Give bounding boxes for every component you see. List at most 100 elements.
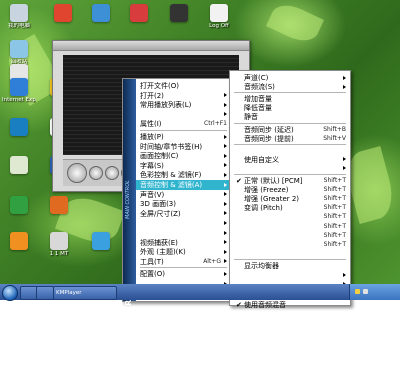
submenu-arrow-icon <box>224 211 227 216</box>
application-icon <box>10 4 28 22</box>
submenu-arrow-icon <box>224 134 227 139</box>
main-menu-item-label: 音频控制 & 滤镜(A) <box>140 181 203 189</box>
main-menu-item[interactable]: 属性(I) Ctrl+F1 <box>136 119 231 129</box>
submenu-arrow-icon <box>224 163 227 168</box>
main-menu-item-label: 配置(O) <box>140 270 165 279</box>
main-menu-item-label: 字幕(S) <box>140 161 164 170</box>
desktop-icon[interactable] <box>2 156 36 175</box>
main-menu-item-shortcut: Ctrl+F1 <box>204 120 227 128</box>
main-menu-item[interactable]: 字幕(S) <box>136 161 231 171</box>
menu-separator <box>140 130 227 131</box>
application-icon <box>50 232 68 250</box>
desktop-icon[interactable] <box>84 232 118 251</box>
main-menu-item-label: 打开文件(O) <box>140 82 179 90</box>
desktop-icon-label: Internet Explorer <box>2 97 36 103</box>
main-menu-item-label: 全屏/尺寸(Z) <box>140 209 181 218</box>
main-menu-item[interactable] <box>136 218 231 228</box>
application-icon <box>92 232 110 250</box>
taskbar-button[interactable]: KMPlayer <box>53 286 117 300</box>
application-icon <box>170 4 188 22</box>
main-menu-item[interactable]: 时间轴/章节书签(H) <box>136 142 231 152</box>
main-menu-item-label: 视频捕获(E) <box>140 238 178 247</box>
desktop-icon[interactable] <box>84 4 118 23</box>
application-icon <box>210 4 228 22</box>
desktop-icon[interactable] <box>46 4 80 23</box>
submenu-arrow-icon <box>224 230 227 235</box>
main-menu-item[interactable]: 视频捕获(E) <box>136 238 231 248</box>
application-icon <box>54 4 72 22</box>
submenu-arrow-icon <box>224 201 227 206</box>
desktop-icon[interactable]: 我的电脑 <box>2 4 36 29</box>
main-menu-item-label: 外观 (主题)(K) <box>140 248 186 257</box>
main-menu-item-label: 常用播放列表(L) <box>140 101 192 110</box>
main-menu-item[interactable]: 打开(2) <box>136 91 231 101</box>
audio-menu-item[interactable]: 音频同步 (提前) Shift+V <box>230 134 350 144</box>
brand-subtitle-text: MAIN CONTROL <box>125 180 131 219</box>
application-icon <box>10 156 28 174</box>
main-menu-item[interactable]: 常用播放列表(L) <box>136 100 231 110</box>
start-button[interactable] <box>2 285 18 301</box>
main-menu-item[interactable]: 音频控制 & 滤镜(A) <box>136 180 231 190</box>
submenu-arrow-icon <box>343 272 346 277</box>
desktop-icon[interactable]: Log Off <box>202 4 236 29</box>
audio-menu-item[interactable] <box>230 249 350 259</box>
main-menu-item[interactable]: 色彩控制 & 滤镜(F) <box>136 170 231 180</box>
main-menu-item[interactable] <box>136 228 231 238</box>
desktop-icon[interactable] <box>2 196 36 215</box>
taskbar: KMPlayer <box>0 284 400 301</box>
audio-submenu: 声道(C) 音频流(S) 增加音量 降低音量 静音 音频同步 (延迟) Shift+B 音频同… <box>229 70 351 309</box>
main-menu-item[interactable]: 打开文件(O) <box>136 81 231 91</box>
system-tray <box>349 284 400 300</box>
audio-menu-item[interactable]: 静音 <box>230 112 350 122</box>
previous-button[interactable] <box>105 166 119 180</box>
audio-menu-item[interactable]: 音频流(S) <box>230 82 350 92</box>
submenu-arrow-icon <box>224 249 227 254</box>
submenu-arrow-icon <box>224 112 227 117</box>
main-menu-item[interactable]: 全屏/尺寸(Z) <box>136 209 231 219</box>
player-titlebar[interactable] <box>53 41 249 51</box>
desktop-icon[interactable]: 回收站 <box>2 40 36 65</box>
desktop-icon[interactable] <box>2 118 36 137</box>
main-menu-item-label: 播放(P) <box>140 133 164 141</box>
desktop-icon[interactable]: 1 1 MT <box>42 232 76 257</box>
main-menu-item[interactable]: 播放(P) <box>136 132 231 142</box>
main-menu-item[interactable]: 画面控制(C) <box>136 151 231 161</box>
checkmark-icon: ✔ <box>236 301 242 310</box>
main-menu-item-label: 时间轴/章节书签(H) <box>140 142 203 151</box>
volume-icon[interactable] <box>363 289 368 294</box>
main-menu-item[interactable]: 3D 画面(3) <box>136 199 231 209</box>
audio-menu-item[interactable] <box>230 164 350 174</box>
desktop-icon[interactable] <box>162 4 196 23</box>
main-menu-item[interactable]: 配置(O) <box>136 269 231 279</box>
stop-button[interactable] <box>89 166 103 180</box>
main-menu-item-label: 3D 画面(3) <box>140 200 176 209</box>
play-button[interactable] <box>67 163 87 183</box>
submenu-arrow-icon <box>343 75 346 80</box>
audio-menu-item[interactable]: ✔ 使用音频混音 <box>230 300 350 310</box>
main-menu-item-label: 属性(I) <box>140 120 162 129</box>
main-menu-item[interactable]: 外观 (主题)(K) <box>136 247 231 257</box>
main-menu-item-label: 打开(2) <box>140 91 164 100</box>
submenu-arrow-icon <box>224 271 227 276</box>
submenu-arrow-icon <box>343 157 346 162</box>
desktop-icon[interactable] <box>42 196 76 215</box>
main-menu-item[interactable]: 声音(V) <box>136 190 231 200</box>
main-menu-item-label: 工具(T) <box>140 257 164 266</box>
submenu-arrow-icon <box>224 182 227 187</box>
desktop-icon[interactable] <box>2 232 36 251</box>
main-menu-item[interactable]: 工具(T) Alt+G <box>136 257 231 267</box>
audio-menu-item-shortcut: Shift+V <box>323 134 346 142</box>
kmplayer-context-menu: THE KMPLAYER MAIN CONTROL 打开文件(O) 打开(2) 常用… <box>122 78 232 375</box>
desktop-icon[interactable] <box>122 4 156 23</box>
submenu-arrow-icon <box>224 172 227 177</box>
submenu-arrow-icon <box>224 93 227 98</box>
application-icon <box>50 196 68 214</box>
tray-icon[interactable] <box>355 289 360 294</box>
main-menu-item-label: 画面控制(C) <box>140 152 179 161</box>
main-menu-item[interactable] <box>136 110 231 120</box>
submenu-arrow-icon <box>224 259 227 264</box>
application-icon <box>10 196 28 214</box>
taskbar-button[interactable] <box>36 286 54 300</box>
desktop-icon[interactable]: Internet Explorer <box>2 78 36 103</box>
desktop-icon-label: 1 1 MT <box>49 251 69 257</box>
